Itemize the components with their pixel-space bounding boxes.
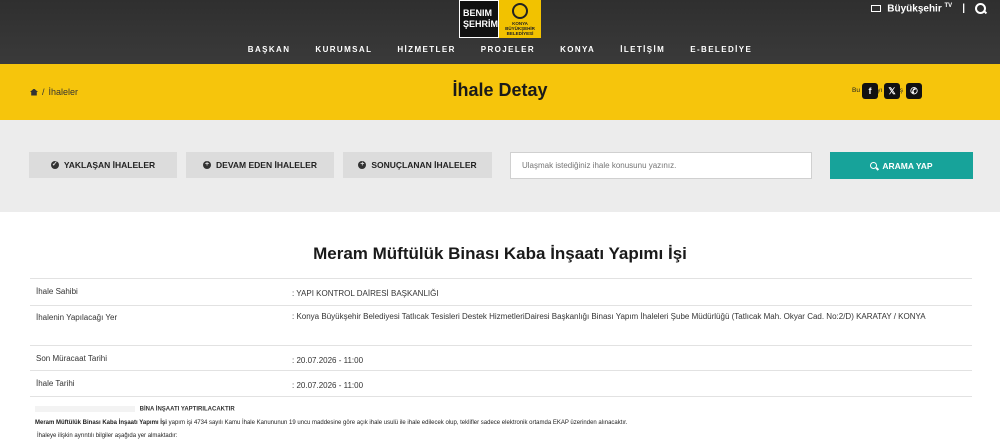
detail-value: : 20.07.2026 - 11:00 [292, 356, 364, 365]
ongoing-tenders-button[interactable]: + DEVAM EDEN İHALELER [186, 152, 334, 178]
benim-sehrim-logo[interactable]: BENIM ŞEHRİM [459, 0, 499, 38]
seal-icon [512, 2, 528, 19]
konya-logo-line3: BELEDİYESİ [506, 30, 534, 36]
main-navigation: BAŞKAN KURUMSAL HİZMETLER PROJELER KONYA… [0, 45, 1000, 54]
site-header: BENIM ŞEHRİM KONYA BÜYÜKŞEHİR BELEDİYESİ… [0, 0, 1000, 64]
search-icon [870, 161, 878, 170]
tender-search-input[interactable] [510, 152, 812, 179]
detail-value: : 20.07.2026 - 11:00 [292, 381, 364, 390]
buyuksehir-label: Büyükşehir [887, 3, 942, 15]
header-utilities: Büyükşehir TV | [871, 3, 986, 14]
search-button-label: ARAMA YAP [882, 160, 933, 171]
search-icon[interactable] [975, 3, 986, 15]
tv-icon [871, 5, 882, 13]
tv-label: TV [944, 3, 953, 9]
nav-item-hizmetler[interactable]: HİZMETLER [385, 45, 468, 54]
whatsapp-share-button[interactable]: ✆ [906, 83, 922, 99]
detail-label: Son Müracaat Tarihi [36, 354, 107, 363]
detail-value: : YAPI KONTROL DAİRESİ BAŞKANLIĞI [292, 289, 439, 298]
concluded-tenders-label: SONUÇLANAN İHALELER [371, 160, 477, 170]
facebook-share-button[interactable]: f [862, 83, 878, 99]
detail-row-location: İhalenin Yapılacağı Yer : Konya Büyükşeh… [30, 306, 972, 346]
buyuksehir-tv-link[interactable]: Büyükşehir TV [871, 3, 952, 14]
konya-municipality-logo[interactable]: KONYA BÜYÜKŞEHİR BELEDİYESİ [499, 0, 541, 38]
detail-value: : Konya Büyükşehir Belediyesi Tatlıcak T… [292, 312, 926, 321]
plus-circle-icon: + [203, 161, 212, 169]
nav-item-iletisim[interactable]: İLETİŞİM [608, 45, 678, 54]
detail-row-tender-date: İhale Tarihi : 20.07.2026 - 11:00 [30, 371, 972, 397]
ongoing-tenders-label: DEVAM EDEN İHALELER [216, 160, 317, 170]
upcoming-tenders-button[interactable]: ✓ YAKLAŞAN İHALELER [29, 152, 177, 178]
heading-spacer [35, 406, 135, 412]
description-text: yapım işi 4734 sayılı Kamu İhale Kanunun… [166, 420, 628, 426]
description-line: İhaleye ilişkin ayrıntılı bilgiler aşağı… [37, 433, 178, 439]
detail-label: İhalenin Yapılacağı Yer [36, 313, 118, 322]
tender-detail-table: İhale Sahibi : YAPI KONTROL DAİRESİ BAŞK… [30, 278, 972, 397]
detail-label: İhale Tarihi [36, 379, 75, 388]
description-line: Meram Müftülük Binası Kaba İnşaatı Yapım… [35, 420, 627, 426]
detail-label: İhale Sahibi [36, 287, 78, 296]
tender-title: Meram Müftülük Binası Kaba İnşaatı Yapım… [313, 244, 687, 263]
nav-item-kurumsal[interactable]: KURUMSAL [303, 45, 385, 54]
concluded-tenders-button[interactable]: + SONUÇLANAN İHALELER [343, 152, 492, 178]
logo-text-line2: ŞEHRİM [463, 19, 499, 29]
detail-row-owner: İhale Sahibi : YAPI KONTROL DAİRESİ BAŞK… [30, 279, 972, 306]
x-share-button[interactable]: 𝕏 [884, 83, 900, 99]
check-circle-icon: ✓ [50, 161, 59, 169]
page-title: İhale Detay [452, 80, 548, 100]
nav-item-e-belediye[interactable]: E-BELEDİYE [678, 45, 765, 54]
description-heading-text: BİNA İNŞAATI YAPTIRILACAKTIR [139, 406, 235, 413]
nav-item-baskan[interactable]: BAŞKAN [235, 45, 303, 54]
page-title-band: / İhaleler İhale Detay Bu sayfayı paylaş… [0, 64, 1000, 120]
detail-row-deadline: Son Müracaat Tarihi : 20.07.2026 - 11:00 [30, 346, 972, 371]
nav-item-projeler[interactable]: PROJELER [468, 45, 547, 54]
logo-text-line1: BENIM [463, 8, 492, 18]
header-separator: | [962, 3, 965, 15]
description-heading: BİNA İNŞAATI YAPTIRILACAKTIR [35, 406, 235, 413]
tender-filter-bar: ✓ YAKLAŞAN İHALELER + DEVAM EDEN İHALELE… [0, 120, 1000, 212]
nav-item-konya[interactable]: KONYA [548, 45, 608, 54]
site-logo[interactable]: BENIM ŞEHRİM KONYA BÜYÜKŞEHİR BELEDİYESİ [459, 0, 542, 38]
description-bold-title: Meram Müftülük Binası Kaba İnşaatı Yapım… [35, 420, 167, 426]
search-button[interactable]: ARAMA YAP [830, 152, 973, 179]
share-buttons: f 𝕏 ✆ [862, 83, 922, 99]
plus-circle-icon: + [358, 161, 367, 169]
upcoming-tenders-label: YAKLAŞAN İHALELER [63, 160, 156, 170]
